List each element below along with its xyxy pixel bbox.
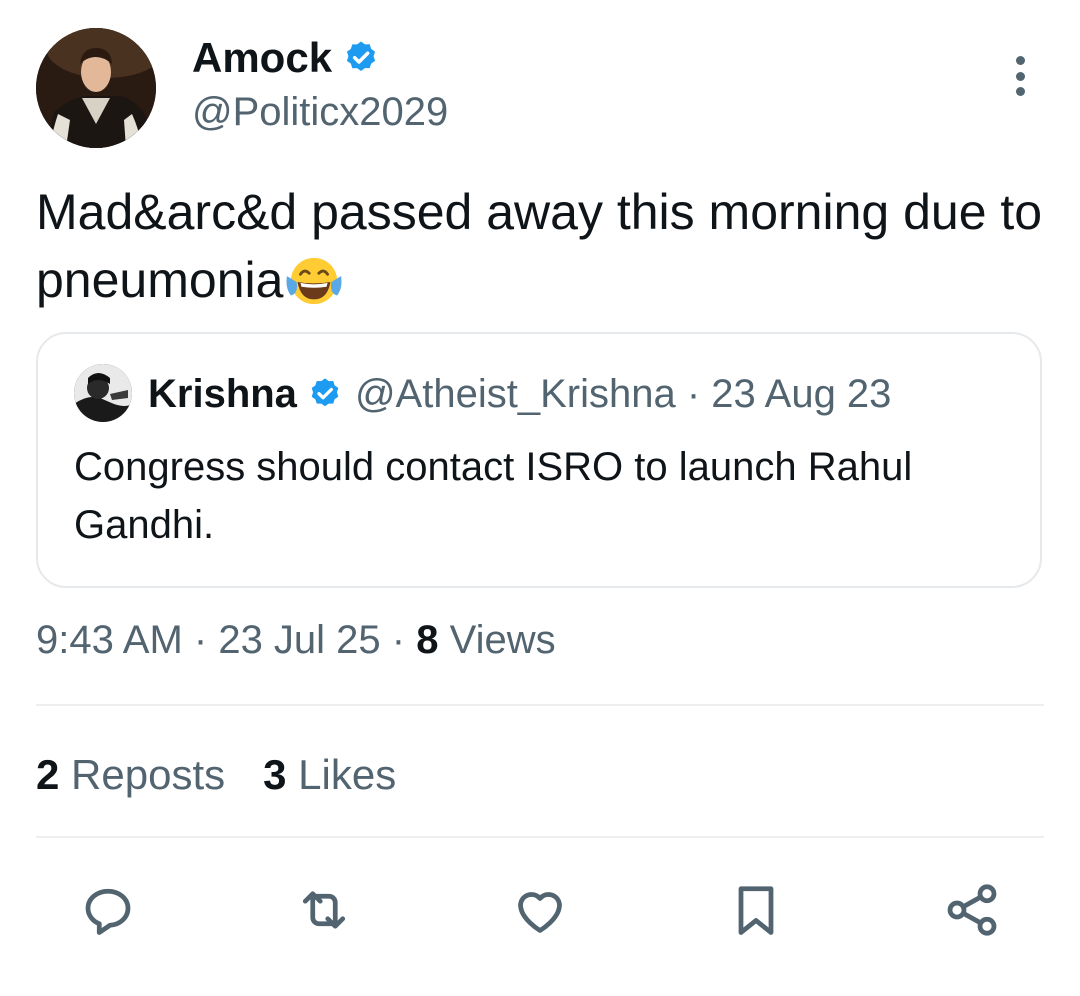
author-handle[interactable]: @Politicx2029 (192, 86, 448, 138)
share-button[interactable] (938, 876, 1006, 944)
bookmark-icon (738, 886, 774, 935)
like-button[interactable] (506, 876, 574, 944)
quoted-header: Krishna @Atheist_Krishna · 23 Aug 23 (148, 368, 891, 420)
reply-icon (85, 888, 131, 935)
likes-stat[interactable]: 3 Likes (263, 746, 396, 804)
separator-dot: · (675, 372, 712, 416)
face-with-tears-of-joy-icon (286, 257, 342, 305)
verified-badge-icon[interactable] (307, 376, 343, 412)
reposts-count: 2 (36, 751, 60, 798)
views-count: 8 (416, 618, 439, 662)
author-display-name[interactable]: Amock (192, 30, 332, 86)
repost-button[interactable] (290, 876, 358, 944)
quoted-display-name[interactable]: Krishna (148, 368, 297, 420)
tweet-text: Mad&arc&d passed away this morning due t… (36, 178, 1046, 314)
likes-label: Likes (298, 751, 397, 798)
more-dot (1015, 56, 1025, 65)
quoted-handle[interactable]: @Atheist_Krishna (355, 368, 676, 420)
divider (36, 836, 1044, 838)
quoted-author-avatar[interactable] (74, 364, 132, 422)
tweet-meta: 9:43 AM · 23 Jul 25 · 8 Views (36, 612, 556, 668)
tweet-text-content: Mad&arc&d passed away this morning due t… (36, 184, 1043, 308)
likes-count: 3 (263, 751, 287, 798)
timestamp-time[interactable]: 9:43 AM (36, 618, 183, 662)
reposts-stat[interactable]: 2 Reposts (36, 746, 225, 804)
share-icon (947, 884, 997, 936)
reposts-label: Reposts (71, 751, 226, 798)
reply-button[interactable] (74, 876, 142, 944)
bookmark-button[interactable] (722, 876, 790, 944)
timestamp-date[interactable]: 23 Jul 25 (218, 618, 380, 662)
more-options-icon[interactable] (1006, 56, 1034, 96)
author-name-row: Amock (192, 30, 380, 86)
separator-dot: · (193, 618, 219, 662)
like-icon (518, 892, 562, 933)
more-dot (1015, 87, 1025, 96)
author-avatar[interactable] (36, 28, 156, 148)
divider (36, 704, 1044, 706)
repost-icon (302, 891, 346, 929)
action-bar (0, 876, 1080, 944)
avatar-photo-icon (36, 28, 156, 148)
views-label: Views (449, 618, 556, 662)
verified-badge-icon[interactable] (342, 39, 380, 77)
separator-dot: · (391, 618, 417, 662)
quoted-tweet[interactable]: Krishna @Atheist_Krishna · 23 Aug 23 Con… (36, 332, 1042, 588)
quoted-date[interactable]: 23 Aug 23 (711, 368, 891, 420)
quoted-text: Congress should contact ISRO to launch R… (74, 445, 913, 547)
engagement-stats: 2 Reposts 3 Likes (36, 746, 396, 804)
more-dot (1015, 71, 1025, 81)
avatar-photo-icon (74, 364, 132, 422)
